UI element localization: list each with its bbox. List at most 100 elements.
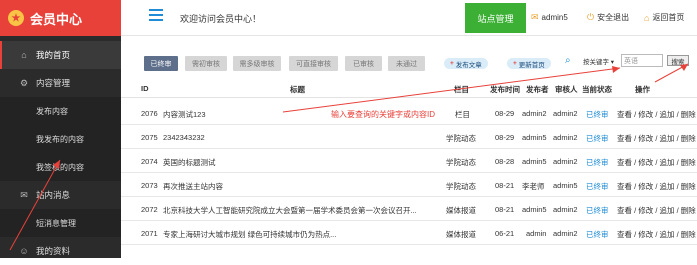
brand-header: ★ 会员中心 bbox=[0, 0, 121, 36]
row-publisher: admin bbox=[526, 229, 547, 238]
publish-label: 发布文章 bbox=[455, 61, 482, 69]
filter-needs-first-review[interactable]: 需初审核 bbox=[185, 56, 227, 71]
row-actions[interactable]: 查看 / 修改 / 追加 / 删除 bbox=[617, 229, 696, 240]
row-title-link[interactable]: 内容测试123 bbox=[163, 109, 206, 120]
back-home-label: 返回首页 bbox=[652, 13, 685, 22]
user-name: admin5 bbox=[541, 13, 568, 22]
row-actions[interactable]: 查看 / 修改 / 追加 / 删除 bbox=[617, 181, 696, 192]
row-status: 已终审 bbox=[586, 206, 609, 215]
menu-toggle-icon[interactable] bbox=[149, 9, 163, 23]
row-reviewer: admin2 bbox=[553, 229, 578, 238]
row-publisher: admin2 bbox=[522, 109, 547, 118]
table-row: 2071 专家上海研讨大城市规划 绿色可持续城市仍为热点... 媒体报道 06-… bbox=[121, 221, 697, 245]
col-date: 发布时间 bbox=[490, 85, 520, 94]
row-id: 2076 bbox=[141, 109, 158, 118]
row-id: 2074 bbox=[141, 157, 158, 166]
row-actions[interactable]: 查看 / 修改 / 追加 / 删除 bbox=[617, 157, 696, 168]
row-title-link[interactable]: 北京科技大学人工智能研究院成立大会暨第一届学术委员会第一次会议召开... bbox=[163, 205, 425, 216]
home-icon: ⌂ bbox=[644, 12, 650, 23]
user-icon: ☺ bbox=[19, 246, 29, 256]
row-publisher: admin5 bbox=[522, 205, 547, 214]
row-reviewer: admin5 bbox=[553, 181, 578, 190]
col-title: 标题 bbox=[290, 85, 305, 94]
row-publisher: admin5 bbox=[522, 157, 547, 166]
search-button[interactable]: 搜索 bbox=[667, 55, 689, 66]
site-manage-button[interactable]: 站点管理 bbox=[465, 3, 526, 33]
row-title-link[interactable]: 英国的标题测试 bbox=[163, 157, 216, 168]
row-publisher: 李老师 bbox=[522, 182, 545, 191]
user-link[interactable]: ✉ admin5 bbox=[531, 12, 568, 23]
col-status: 当前状态 bbox=[582, 85, 612, 94]
row-status: 已终审 bbox=[586, 110, 609, 119]
filter-rejected[interactable]: 未通过 bbox=[388, 56, 425, 71]
row-date: 08-28 bbox=[495, 157, 515, 166]
sidebar-item-home[interactable]: ⌂ 我的首页 bbox=[0, 41, 121, 69]
row-id: 2073 bbox=[141, 181, 158, 190]
filter-reviewed[interactable]: 已审核 bbox=[345, 56, 382, 71]
table-header: ID 标题 栏目 发布时间 发布者 审核人 当前状态 操作 bbox=[121, 80, 697, 98]
sidebar: ★ 会员中心 ⌂ 我的首页 ⚙ 内容管理 发布内容 我发布的内容 我签核的内容 … bbox=[0, 0, 121, 258]
brand-title: 会员中心 bbox=[30, 11, 83, 27]
col-column: 栏目 bbox=[454, 85, 469, 94]
row-status: 已终审 bbox=[586, 182, 609, 191]
sidebar-item-label: 我的资料 bbox=[36, 246, 71, 256]
update-home-button[interactable]: + 更新首页 bbox=[507, 58, 551, 69]
table-row: 2073 再次推送主站内容 学院动态 08-21 李老师 admin5 已终审 … bbox=[121, 173, 697, 197]
sidebar-item-label: 内容管理 bbox=[36, 78, 71, 88]
row-column: 学院动态 bbox=[446, 182, 476, 191]
row-id: 2075 bbox=[141, 133, 158, 142]
row-date: 08-21 bbox=[495, 205, 515, 214]
logout-icon: ⏻ bbox=[587, 12, 595, 22]
row-reviewer: admin2 bbox=[553, 205, 578, 214]
gear-icon: ⚙ bbox=[19, 77, 29, 88]
table-row: 2072 北京科技大学人工智能研究院成立大会暨第一届学术委员会第一次会议召开..… bbox=[121, 197, 697, 221]
row-title-link[interactable]: 再次推送主站内容 bbox=[163, 181, 223, 192]
row-column: 媒体报道 bbox=[446, 206, 476, 215]
home-icon: ⌂ bbox=[21, 50, 27, 60]
filter-needs-multi-review[interactable]: 需多级审核 bbox=[233, 56, 281, 71]
row-status: 已终审 bbox=[586, 230, 609, 239]
row-column: 媒体报道 bbox=[446, 230, 476, 239]
sidebar-item-my-published[interactable]: 我发布的内容 bbox=[0, 125, 121, 153]
keyword-select[interactable]: 按关键字 ▾ bbox=[583, 56, 614, 66]
row-publisher: admin5 bbox=[522, 133, 547, 142]
row-reviewer: admin2 bbox=[553, 133, 578, 142]
row-date: 08-29 bbox=[495, 109, 515, 118]
update-home-label: 更新首页 bbox=[518, 61, 545, 69]
sidebar-item-content-manage[interactable]: ⚙ 内容管理 bbox=[0, 69, 121, 97]
row-id: 2071 bbox=[141, 229, 158, 238]
row-column: 学院动态 bbox=[446, 158, 476, 167]
row-date: 08-29 bbox=[495, 133, 515, 142]
search-icon: ⌕ bbox=[565, 55, 571, 66]
row-actions[interactable]: 查看 / 修改 / 追加 / 删除 bbox=[617, 205, 696, 216]
filter-direct-review[interactable]: 可直接审核 bbox=[289, 56, 338, 71]
row-actions[interactable]: 查看 / 修改 / 追加 / 删除 bbox=[617, 109, 696, 120]
sidebar-item-messages[interactable]: ✉ 站内消息 bbox=[0, 181, 121, 209]
publish-article-button[interactable]: + 发布文章 bbox=[444, 58, 488, 69]
top-bar: 欢迎访问会员中心！ 站点管理 ✉ admin5 ⏻ 安全退出 ⌂ 返回首页 bbox=[121, 0, 697, 36]
col-publisher: 发布者 bbox=[526, 85, 549, 94]
message-icon: ✉ bbox=[20, 189, 28, 200]
row-title-link[interactable]: 专家上海研讨大城市规划 绿色可持续城市仍为热点... bbox=[163, 229, 425, 240]
search-input[interactable]: 英语 bbox=[621, 54, 663, 67]
sidebar-item-publish[interactable]: 发布内容 bbox=[0, 97, 121, 125]
table-row: 2075 2342343232 学院动态 08-29 admin5 admin2… bbox=[121, 125, 697, 149]
col-reviewer: 审核人 bbox=[555, 85, 578, 94]
sidebar-item-my-reviewed[interactable]: 我签核的内容 bbox=[0, 153, 121, 181]
row-title-link[interactable]: 2342343232 bbox=[163, 133, 205, 142]
col-ops: 操作 bbox=[635, 85, 650, 94]
sidebar-item-short-messages[interactable]: 短消息管理 bbox=[0, 209, 121, 237]
row-reviewer: admin2 bbox=[553, 109, 578, 118]
row-actions[interactable]: 查看 / 修改 / 追加 / 删除 bbox=[617, 133, 696, 144]
sidebar-item-profile[interactable]: ☺ 我的资料 bbox=[0, 237, 121, 265]
row-id: 2072 bbox=[141, 205, 158, 214]
logout-link[interactable]: ⏻ 安全退出 bbox=[587, 12, 629, 23]
back-home-link[interactable]: ⌂ 返回首页 bbox=[644, 12, 684, 23]
row-date: 08-21 bbox=[495, 181, 515, 190]
sidebar-item-label: 站内消息 bbox=[36, 190, 71, 200]
brand-logo-icon: ★ bbox=[8, 10, 24, 26]
logout-label: 安全退出 bbox=[597, 13, 630, 22]
row-status: 已终审 bbox=[586, 134, 609, 143]
sidebar-item-label: 我的首页 bbox=[36, 50, 71, 60]
filter-final-approved[interactable]: 已终审 bbox=[144, 56, 178, 71]
